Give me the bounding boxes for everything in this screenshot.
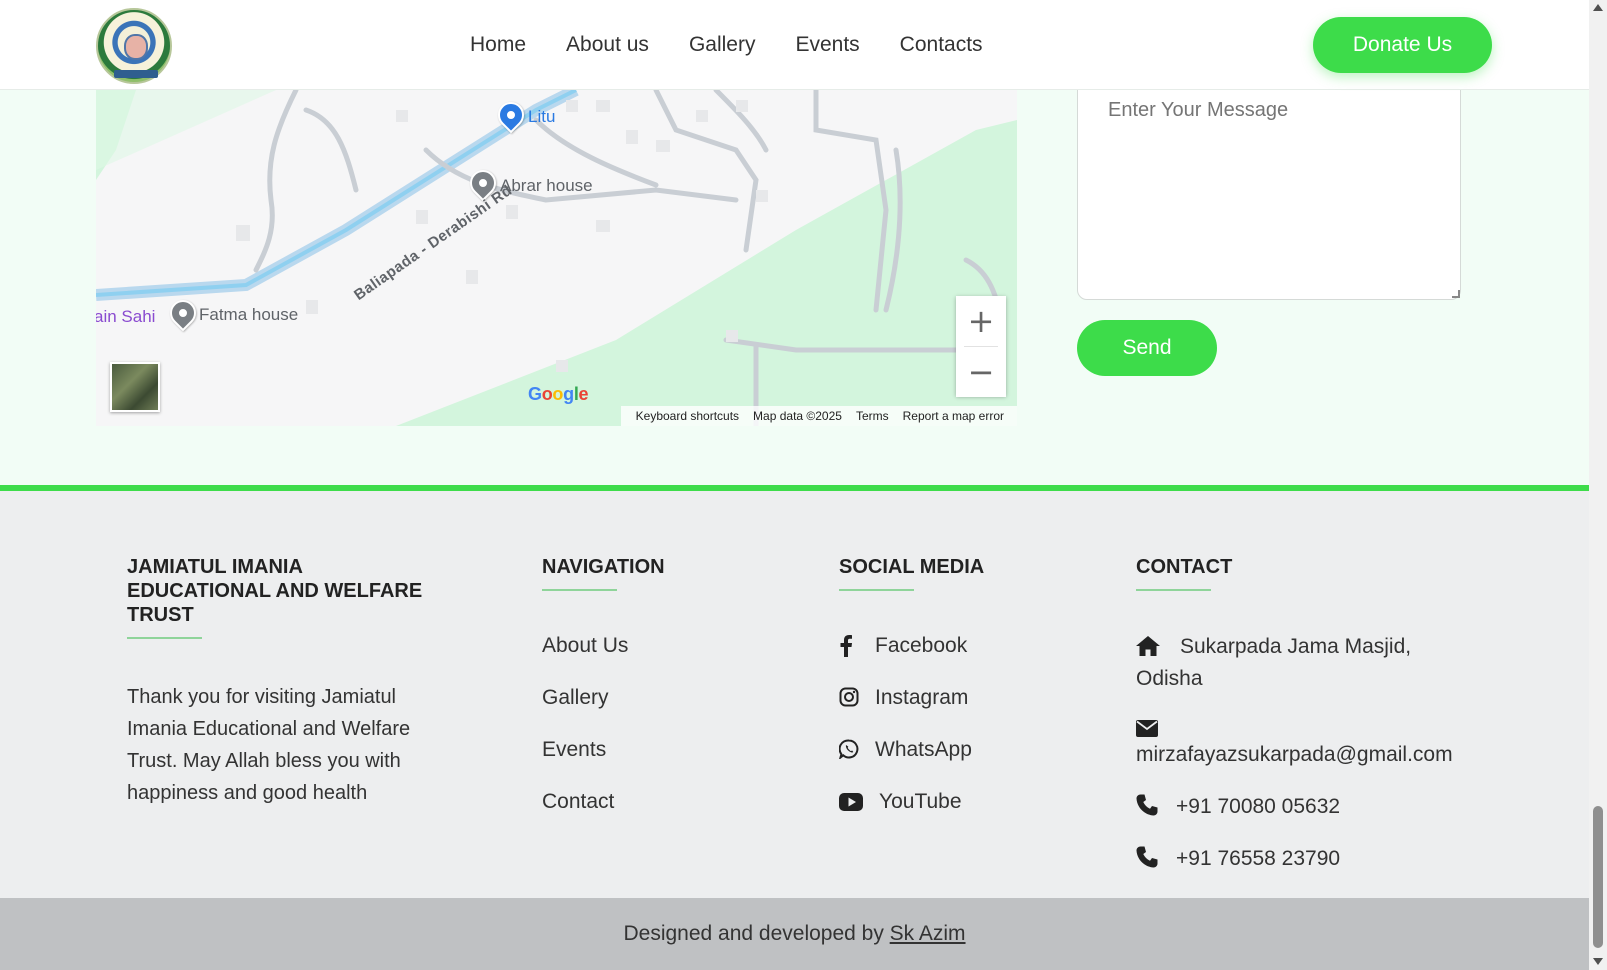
social-label-whatsapp: WhatsApp	[875, 738, 972, 761]
footer-navigation-underline	[542, 589, 617, 591]
social-link-whatsapp[interactable]: WhatsApp	[838, 735, 984, 765]
google-map[interactable]: Litu Abrar house Fatma house ain Sahi Ba…	[96, 90, 1017, 426]
footer-navigation-column: NAVIGATION About Us Gallery Events Conta…	[542, 555, 665, 839]
whatsapp-icon	[838, 739, 861, 761]
nav-home[interactable]: Home	[470, 30, 526, 60]
youtube-icon	[839, 791, 865, 813]
map-canvas	[96, 90, 1017, 426]
footer-link-contact[interactable]: Contact	[542, 787, 665, 817]
social-label-facebook: Facebook	[875, 634, 968, 657]
footer-about-underline	[127, 637, 202, 639]
site-header: Home About us Gallery Events Contacts Do…	[0, 0, 1589, 90]
social-link-youtube[interactable]: YouTube	[839, 787, 984, 817]
contact-phone-1: +91 70080 05632	[1136, 791, 1476, 823]
scroll-thumb[interactable]	[1593, 806, 1603, 948]
zoom-out-button[interactable]: −	[956, 347, 1006, 397]
message-textarea[interactable]	[1077, 88, 1461, 300]
social-label-youtube: YouTube	[879, 790, 962, 813]
footer-navigation-title: NAVIGATION	[542, 556, 665, 578]
phone-icon	[1136, 846, 1160, 868]
nav-events[interactable]: Events	[795, 30, 859, 60]
donate-button[interactable]: Donate Us	[1313, 17, 1492, 73]
phone-icon	[1136, 794, 1160, 816]
map-label-litu[interactable]: Litu	[528, 107, 555, 127]
author-link[interactable]: Sk Azim	[890, 922, 966, 945]
footer-social-underline	[839, 589, 914, 591]
footer-social-column: SOCIAL MEDIA Facebook Instagram WhatsApp	[838, 555, 985, 839]
site-footer: JAMIATUL IMANIA EDUCATIONAL AND WELFARE …	[0, 485, 1589, 898]
textarea-resize-handle[interactable]	[1452, 290, 1460, 298]
report-map-error-link[interactable]: Report a map error	[903, 409, 1004, 423]
contact-address: Sukarpada Jama Masjid, Odisha	[1136, 631, 1476, 695]
contact-phone-2-link[interactable]: +91 76558 23790	[1176, 847, 1340, 870]
satellite-toggle-button[interactable]	[110, 362, 160, 412]
main-nav: Home About us Gallery Events Contacts	[470, 30, 1023, 60]
contact-address-text: Sukarpada Jama Masjid, Odisha	[1136, 635, 1412, 690]
social-label-instagram: Instagram	[875, 686, 969, 709]
footer-link-about-us[interactable]: About Us	[542, 631, 665, 661]
contact-phone-1-link[interactable]: +91 70080 05632	[1176, 795, 1340, 818]
map-data-text: Map data ©2025	[753, 409, 842, 423]
footer-contact-column: CONTACT Sukarpada Jama Masjid, Odisha mi…	[1136, 555, 1476, 895]
nav-contacts[interactable]: Contacts	[900, 30, 983, 60]
envelope-icon	[1136, 715, 1160, 737]
zoom-in-button[interactable]: +	[956, 296, 1006, 346]
keyboard-shortcuts-link[interactable]: Keyboard shortcuts	[636, 409, 739, 423]
footer-social-title: SOCIAL MEDIA	[839, 556, 985, 578]
facebook-icon	[839, 635, 861, 657]
nav-gallery[interactable]: Gallery	[689, 30, 756, 60]
bottom-bar: Designed and developed by Sk Azim	[0, 898, 1589, 970]
nav-about-us[interactable]: About us	[566, 30, 649, 60]
instagram-icon	[839, 687, 861, 709]
scroll-down-arrow-icon[interactable]	[1593, 958, 1603, 965]
footer-link-events[interactable]: Events	[542, 735, 665, 765]
map-zoom-controls: + −	[956, 296, 1006, 397]
map-label-sahi[interactable]: ain Sahi	[96, 307, 155, 327]
footer-contact-underline	[1136, 589, 1211, 591]
google-logo: Google	[528, 384, 589, 404]
footer-about-title: JAMIATUL IMANIA EDUCATIONAL AND WELFARE …	[127, 556, 423, 626]
social-link-facebook[interactable]: Facebook	[839, 631, 984, 661]
scroll-up-arrow-icon[interactable]	[1593, 4, 1603, 11]
contact-email: mirzafayazsukarpada@gmail.com	[1136, 715, 1476, 771]
social-link-instagram[interactable]: Instagram	[839, 683, 984, 713]
contact-phone-2: +91 76558 23790	[1136, 843, 1476, 875]
logo-ribbon	[114, 70, 158, 78]
map-attribution: Keyboard shortcuts Map data ©2025 Terms …	[620, 406, 1017, 426]
footer-about-column: JAMIATUL IMANIA EDUCATIONAL AND WELFARE …	[127, 555, 437, 809]
logo-emblem	[124, 34, 148, 60]
send-button[interactable]: Send	[1077, 320, 1217, 376]
footer-link-gallery[interactable]: Gallery	[542, 683, 665, 713]
footer-about-text: Thank you for visiting Jamiatul Imania E…	[127, 686, 411, 804]
footer-contact-title: CONTACT	[1136, 556, 1233, 578]
map-label-fatma-house[interactable]: Fatma house	[199, 305, 298, 325]
page-scrollbar[interactable]	[1589, 0, 1607, 970]
contact-email-link[interactable]: mirzafayazsukarpada@gmail.com	[1136, 743, 1453, 766]
home-icon	[1136, 634, 1160, 656]
credits-text: Designed and developed by	[623, 922, 890, 945]
trust-logo-icon[interactable]	[96, 8, 172, 84]
terms-link[interactable]: Terms	[856, 409, 889, 423]
